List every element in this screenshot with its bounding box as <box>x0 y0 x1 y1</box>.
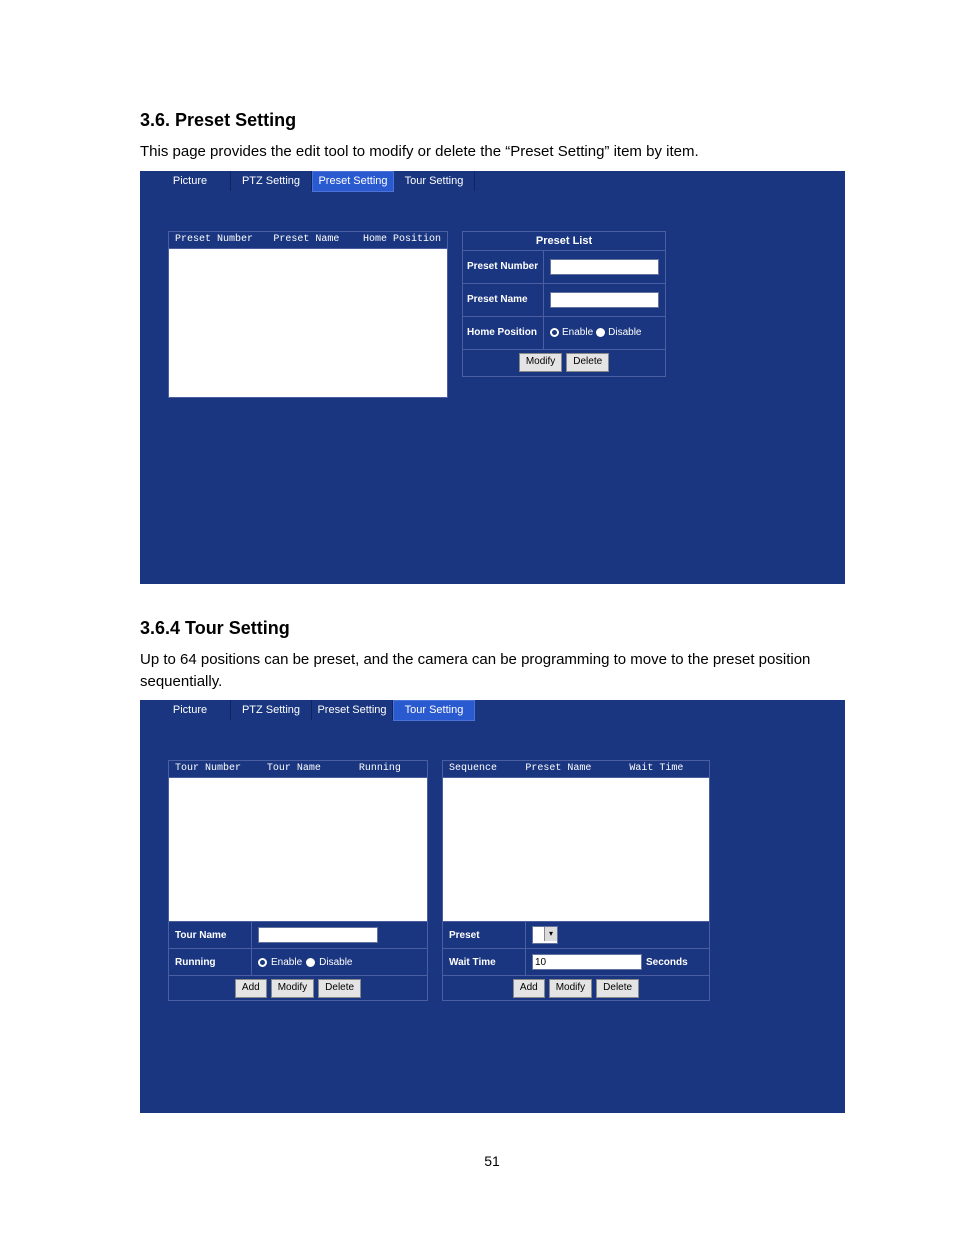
preset-number-input[interactable] <box>550 259 659 275</box>
modify-button[interactable]: Modify <box>549 979 592 998</box>
col-preset-name: Preset Name <box>519 761 623 777</box>
section-heading: 3.6.4 Tour Setting <box>140 618 844 639</box>
tab-tour-setting[interactable]: Tour Setting <box>394 171 475 191</box>
label-wait-time: Wait Time <box>443 949 526 975</box>
enable-label: Enable <box>562 327 593 338</box>
tour-left-column: Tour Number Tour Name Running Tour Name … <box>168 760 428 1001</box>
col-wait-time: Wait Time <box>623 761 709 777</box>
preset-select[interactable] <box>532 926 558 944</box>
wait-time-input[interactable] <box>532 954 642 970</box>
tour-listbox[interactable] <box>168 778 428 922</box>
running-enable-radio[interactable] <box>258 958 267 967</box>
label-home-position: Home Position <box>463 317 544 349</box>
home-position-disable-radio[interactable] <box>596 328 605 337</box>
preset-form-title: Preset List <box>463 232 665 251</box>
preset-list-panel: Preset Number Preset Name Home Position <box>168 231 448 398</box>
seconds-label: Seconds <box>646 957 688 968</box>
col-preset-number: Preset Number <box>169 232 267 248</box>
disable-label: Disable <box>608 327 641 338</box>
tab-tour-setting[interactable]: Tour Setting <box>393 700 475 721</box>
add-button[interactable]: Add <box>513 979 545 998</box>
tab-bar: Picture PTZ Setting Preset Setting Tour … <box>140 700 845 720</box>
page-number: 51 <box>140 1153 844 1169</box>
label-preset-name: Preset Name <box>463 284 544 316</box>
tab-ptz-setting[interactable]: PTZ Setting <box>231 700 312 720</box>
enable-label: Enable <box>271 957 302 968</box>
preset-setting-app: Picture PTZ Setting Preset Setting Tour … <box>140 171 845 584</box>
tab-preset-setting[interactable]: Preset Setting <box>312 700 393 720</box>
delete-button[interactable]: Delete <box>318 979 361 998</box>
tab-ptz-setting[interactable]: PTZ Setting <box>231 171 312 191</box>
label-preset-number: Preset Number <box>463 251 544 283</box>
col-home-position: Home Position <box>357 232 447 248</box>
tour-name-input[interactable] <box>258 927 378 943</box>
col-preset-name: Preset Name <box>267 232 357 248</box>
preset-name-input[interactable] <box>550 292 659 308</box>
col-running: Running <box>353 761 427 777</box>
modify-button[interactable]: Modify <box>271 979 314 998</box>
modify-button[interactable]: Modify <box>519 353 562 372</box>
section-body: Up to 64 positions can be preset, and th… <box>140 649 844 693</box>
col-tour-name: Tour Name <box>261 761 353 777</box>
tab-picture[interactable]: Picture <box>150 700 231 720</box>
delete-button[interactable]: Delete <box>566 353 609 372</box>
delete-button[interactable]: Delete <box>596 979 639 998</box>
section-heading: 3.6. Preset Setting <box>140 110 844 131</box>
sequence-list-header: Sequence Preset Name Wait Time <box>442 760 710 778</box>
home-position-enable-radio[interactable] <box>550 328 559 337</box>
label-running: Running <box>169 949 252 975</box>
tour-right-column: Sequence Preset Name Wait Time Preset Wa… <box>442 760 710 1001</box>
preset-listbox[interactable] <box>168 249 448 398</box>
tour-setting-app: Picture PTZ Setting Preset Setting Tour … <box>140 700 845 1113</box>
preset-form-panel: Preset List Preset Number Preset Name Ho… <box>462 231 666 398</box>
tab-picture[interactable]: Picture <box>150 171 231 191</box>
add-button[interactable]: Add <box>235 979 267 998</box>
section-body: This page provides the edit tool to modi… <box>140 141 844 163</box>
disable-label: Disable <box>319 957 352 968</box>
label-preset: Preset <box>443 922 526 948</box>
sequence-listbox[interactable] <box>442 778 710 922</box>
running-disable-radio[interactable] <box>306 958 315 967</box>
tab-bar: Picture PTZ Setting Preset Setting Tour … <box>140 171 845 191</box>
col-tour-number: Tour Number <box>169 761 261 777</box>
label-tour-name: Tour Name <box>169 922 252 948</box>
preset-list-header: Preset Number Preset Name Home Position <box>168 231 448 249</box>
tab-preset-setting[interactable]: Preset Setting <box>312 171 394 192</box>
col-sequence: Sequence <box>443 761 519 777</box>
tour-list-header: Tour Number Tour Name Running <box>168 760 428 778</box>
